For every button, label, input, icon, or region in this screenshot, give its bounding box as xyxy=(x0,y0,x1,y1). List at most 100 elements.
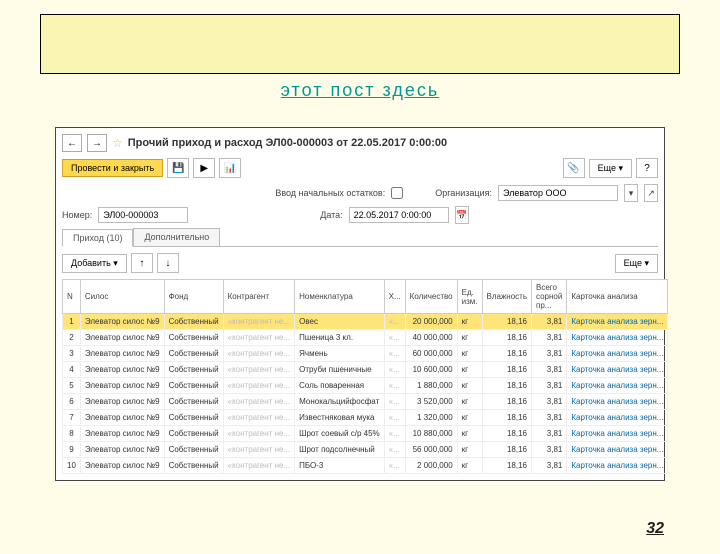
cell-card-link[interactable]: Карточка анализа зерн... xyxy=(567,346,668,362)
cell-uom[interactable]: кг xyxy=(457,314,482,330)
column-header[interactable]: Х... xyxy=(384,280,405,314)
balance-checkbox[interactable] xyxy=(391,187,403,199)
organization-open-button[interactable]: ↗ xyxy=(644,184,658,202)
cell-qty[interactable]: 56 000,000 xyxy=(405,442,457,458)
organization-dropdown-button[interactable]: ▾ xyxy=(624,184,638,202)
cell-x[interactable]: «... xyxy=(384,330,405,346)
table-row[interactable]: 10Элеватор силос №9Собственный«контраген… xyxy=(63,458,668,474)
cell-uom[interactable]: кг xyxy=(457,410,482,426)
table-more-button[interactable]: Еще ▾ xyxy=(615,254,658,273)
help-button[interactable]: ? xyxy=(636,158,658,178)
cell-humidity[interactable]: 18,16 xyxy=(482,362,532,378)
table-row[interactable]: 5Элеватор силос №9Собственный«контрагент… xyxy=(63,378,668,394)
cell-fund[interactable]: Собственный xyxy=(164,346,223,362)
post-and-close-button[interactable]: Провести и закрыть xyxy=(62,159,163,177)
cell-qty[interactable]: 60 000,000 xyxy=(405,346,457,362)
cell-uom[interactable]: кг xyxy=(457,378,482,394)
cell-nomenclature[interactable]: Пшеница 3 кл. xyxy=(295,330,385,346)
table-row[interactable]: 6Элеватор силос №9Собственный«контрагент… xyxy=(63,394,668,410)
cell-sor[interactable]: 3,81 xyxy=(532,362,567,378)
cell-qty[interactable]: 1 880,000 xyxy=(405,378,457,394)
cell-qty[interactable]: 40 000,000 xyxy=(405,330,457,346)
cell-card-link[interactable]: Карточка анализа зерн... xyxy=(567,442,668,458)
cell-x[interactable]: «... xyxy=(384,394,405,410)
cell-silo[interactable]: Элеватор силос №9 xyxy=(80,346,164,362)
cell-humidity[interactable]: 18,16 xyxy=(482,442,532,458)
cell-uom[interactable]: кг xyxy=(457,362,482,378)
cell-fund[interactable]: Собственный xyxy=(164,442,223,458)
cell-contractor[interactable]: «контрагент не... xyxy=(223,378,295,394)
cell-card-link[interactable]: Карточка анализа зерн... xyxy=(567,362,668,378)
cell-qty[interactable]: 10 880,000 xyxy=(405,426,457,442)
cell-sor[interactable]: 3,81 xyxy=(532,458,567,474)
tab-income[interactable]: Приход (10) xyxy=(62,229,133,247)
cell-contractor[interactable]: «контрагент не... xyxy=(223,314,295,330)
report-button[interactable]: 📊 xyxy=(219,158,241,178)
cell-sor[interactable]: 3,81 xyxy=(532,346,567,362)
cell-fund[interactable]: Собственный xyxy=(164,394,223,410)
table-row[interactable]: 1Элеватор силос №9Собственный«контрагент… xyxy=(63,314,668,330)
cell-silo[interactable]: Элеватор силос №9 xyxy=(80,410,164,426)
organization-input[interactable] xyxy=(498,185,618,201)
cell-contractor[interactable]: «контрагент не... xyxy=(223,362,295,378)
cell-uom[interactable]: кг xyxy=(457,346,482,362)
cell-card-link[interactable]: Карточка анализа зерн... xyxy=(567,314,668,330)
cell-humidity[interactable]: 18,16 xyxy=(482,330,532,346)
cell-card-link[interactable]: Карточка анализа зерн... xyxy=(567,378,668,394)
cell-contractor[interactable]: «контрагент не... xyxy=(223,458,295,474)
cell-silo[interactable]: Элеватор силос №9 xyxy=(80,314,164,330)
table-row[interactable]: 8Элеватор силос №9Собственный«контрагент… xyxy=(63,426,668,442)
cell-silo[interactable]: Элеватор силос №9 xyxy=(80,442,164,458)
cell-silo[interactable]: Элеватор силос №9 xyxy=(80,330,164,346)
cell-silo[interactable]: Элеватор силос №9 xyxy=(80,362,164,378)
cell-contractor[interactable]: «контрагент не... xyxy=(223,346,295,362)
cell-qty[interactable]: 20 000,000 xyxy=(405,314,457,330)
column-header[interactable]: Фонд xyxy=(164,280,223,314)
cell-uom[interactable]: кг xyxy=(457,426,482,442)
cell-nomenclature[interactable]: Ячмень xyxy=(295,346,385,362)
cell-card-link[interactable]: Карточка анализа зерн... xyxy=(567,410,668,426)
cell-x[interactable]: «... xyxy=(384,378,405,394)
date-input[interactable] xyxy=(349,207,449,223)
cell-fund[interactable]: Собственный xyxy=(164,458,223,474)
cell-contractor[interactable]: «контрагент не... xyxy=(223,426,295,442)
column-header[interactable]: Силос xyxy=(80,280,164,314)
cell-sor[interactable]: 3,81 xyxy=(532,330,567,346)
cell-humidity[interactable]: 18,16 xyxy=(482,314,532,330)
cell-nomenclature[interactable]: Отруби пшеничные xyxy=(295,362,385,378)
cell-nomenclature[interactable]: Шрот соевый с/р 45% xyxy=(295,426,385,442)
cell-card-link[interactable]: Карточка анализа зерн... xyxy=(567,394,668,410)
cell-nomenclature[interactable]: Овес xyxy=(295,314,385,330)
star-icon[interactable]: ☆ xyxy=(112,136,123,150)
cell-x[interactable]: «... xyxy=(384,410,405,426)
cell-humidity[interactable]: 18,16 xyxy=(482,394,532,410)
move-up-button[interactable]: ↑ xyxy=(131,253,153,273)
column-header[interactable]: Контрагент xyxy=(223,280,295,314)
nav-forward-button[interactable]: → xyxy=(87,134,107,152)
date-picker-button[interactable]: 📅 xyxy=(455,206,469,224)
more-button[interactable]: Еще ▾ xyxy=(589,159,632,178)
add-row-button[interactable]: Добавить ▾ xyxy=(62,254,127,273)
cell-x[interactable]: «... xyxy=(384,346,405,362)
cell-silo[interactable]: Элеватор силос №9 xyxy=(80,458,164,474)
column-header[interactable]: Карточка анализа xyxy=(567,280,668,314)
cell-card-link[interactable]: Карточка анализа зерн... xyxy=(567,330,668,346)
cell-sor[interactable]: 3,81 xyxy=(532,394,567,410)
cell-humidity[interactable]: 18,16 xyxy=(482,426,532,442)
cell-sor[interactable]: 3,81 xyxy=(532,378,567,394)
cell-sor[interactable]: 3,81 xyxy=(532,426,567,442)
cell-contractor[interactable]: «контрагент не... xyxy=(223,394,295,410)
cell-sor[interactable]: 3,81 xyxy=(532,442,567,458)
cell-contractor[interactable]: «контрагент не... xyxy=(223,410,295,426)
cell-card-link[interactable]: Карточка анализа зерн... xyxy=(567,458,668,474)
column-header[interactable]: Влажность xyxy=(482,280,532,314)
cell-x[interactable]: «... xyxy=(384,458,405,474)
cell-uom[interactable]: кг xyxy=(457,458,482,474)
cell-contractor[interactable]: «контрагент не... xyxy=(223,442,295,458)
cell-silo[interactable]: Элеватор силос №9 xyxy=(80,426,164,442)
cell-humidity[interactable]: 18,16 xyxy=(482,458,532,474)
cell-x[interactable]: «... xyxy=(384,442,405,458)
table-row[interactable]: 3Элеватор силос №9Собственный«контрагент… xyxy=(63,346,668,362)
cell-card-link[interactable]: Карточка анализа зерн... xyxy=(567,426,668,442)
cell-humidity[interactable]: 18,16 xyxy=(482,410,532,426)
